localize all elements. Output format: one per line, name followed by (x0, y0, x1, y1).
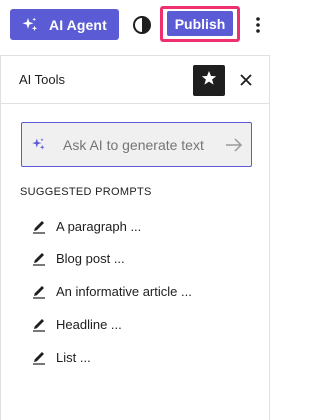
panel-title: AI Tools (19, 72, 66, 87)
prompt-label: Headline ... (56, 316, 122, 332)
pencil-icon (31, 349, 47, 365)
prompt-label: List ... (56, 349, 91, 365)
prompt-label: A paragraph ... (56, 218, 142, 234)
prompt-item[interactable]: Blog post ... (31, 248, 125, 268)
arrow-right-icon[interactable] (225, 137, 243, 153)
contrast-icon[interactable] (131, 14, 153, 36)
prompt-label: An informative article ... (56, 283, 192, 299)
pencil-icon (31, 283, 47, 299)
app-root: AI Agent Publish AI Tools Ask AI to gene… (0, 0, 273, 420)
prompt-item[interactable]: List ... (31, 347, 91, 367)
ask-ai-input[interactable]: Ask AI to generate text (21, 122, 252, 167)
publish-button[interactable]: Publish (167, 11, 233, 36)
star-icon (201, 70, 217, 91)
ask-ai-placeholder: Ask AI to generate text (63, 137, 204, 153)
ai-agent-label: AI Agent (49, 16, 107, 33)
pencil-icon (31, 250, 47, 266)
prompt-item[interactable]: A paragraph ... (31, 216, 141, 236)
pencil-icon (31, 218, 47, 234)
panel-header: AI Tools (1, 56, 269, 104)
ai-tools-panel: AI Tools Ask AI to generate text SUGGEST… (0, 55, 270, 420)
suggested-prompts-heading: SUGGESTED PROMPTS (20, 186, 152, 198)
close-icon[interactable] (237, 71, 255, 89)
star-button[interactable] (193, 65, 225, 96)
ai-agent-button[interactable]: AI Agent (10, 9, 119, 40)
prompt-item[interactable]: Headline ... (31, 314, 122, 334)
top-toolbar: AI Agent Publish (0, 0, 273, 50)
sparkles-icon (31, 137, 46, 152)
more-vertical-icon[interactable] (252, 14, 264, 36)
prompt-label: Blog post ... (56, 250, 125, 266)
sparkles-icon (21, 16, 39, 34)
pencil-icon (31, 316, 47, 332)
prompt-item[interactable]: An informative article ... (31, 281, 192, 301)
